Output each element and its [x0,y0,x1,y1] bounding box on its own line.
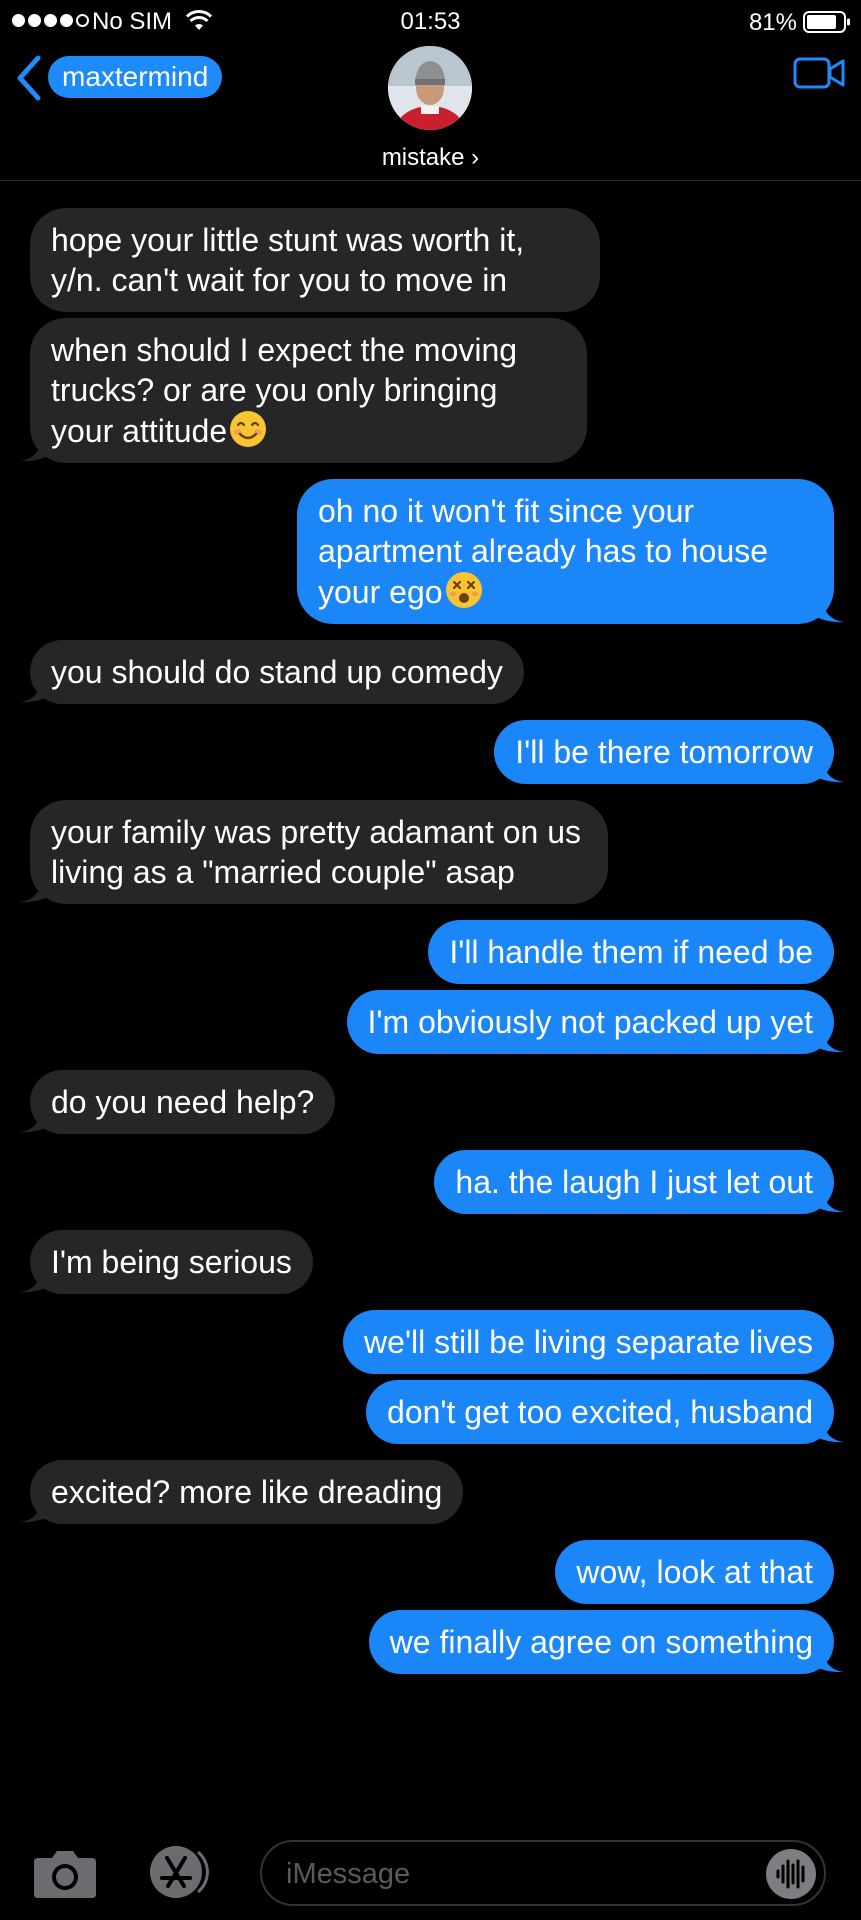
audio-waveform-icon[interactable] [764,1847,818,1906]
message-text: we finally agree on something [389,1624,813,1660]
compose-bar: iMessage [0,1836,861,1920]
message-text: wow, look at that [576,1554,813,1590]
message-bubble[interactable]: you should do stand up comedy [30,640,524,704]
message-bubble[interactable]: don't get too excited, husband [366,1380,834,1444]
outgoing-message: oh no it won't fit since your apartment … [0,479,861,624]
incoming-message: you should do stand up comedy [0,640,861,704]
outgoing-message: we'll still be living separate lives [0,1310,861,1374]
camera-icon[interactable] [32,1846,98,1905]
message-bubble[interactable]: ha. the laugh I just let out [434,1150,834,1214]
message-bubble[interactable]: wow, look at that [555,1540,834,1604]
status-bar: No SIM 01:53 81% [0,0,861,44]
dizzy-face-emoji-icon [445,571,483,609]
message-bubble[interactable]: I'm obviously not packed up yet [346,990,834,1054]
message-thread[interactable]: hope your little stunt was worth it, y/n… [0,208,861,1674]
message-text: when should I expect the moving trucks? … [51,332,518,449]
outgoing-message: wow, look at that [0,1540,861,1604]
incoming-message: I'm being serious [0,1230,861,1294]
app-store-icon[interactable] [140,1844,214,1905]
message-text: I'm obviously not packed up yet [367,1004,813,1040]
message-text: hope your little stunt was worth it, y/n… [51,222,525,298]
incoming-message: when should I expect the moving trucks? … [0,318,861,463]
outgoing-message: I'll be there tomorrow [0,720,861,784]
clock: 01:53 [400,8,461,35]
outgoing-message: I'll handle them if need be [0,920,861,984]
incoming-message: your family was pretty adamant on us liv… [0,800,861,904]
message-bubble[interactable]: we finally agree on something [368,1610,834,1674]
message-text: do you need help? [51,1084,315,1120]
message-bubble[interactable]: excited? more like dreading [30,1460,464,1524]
message-text: ha. the laugh I just let out [455,1164,813,1200]
outgoing-message: we finally agree on something [0,1610,861,1674]
incoming-message: hope your little stunt was worth it, y/n… [0,208,861,312]
message-bubble[interactable]: hope your little stunt was worth it, y/n… [30,208,600,312]
outgoing-message: I'm obviously not packed up yet [0,990,861,1054]
message-bubble[interactable]: I'm being serious [30,1230,313,1294]
message-bubble[interactable]: when should I expect the moving trucks? … [30,318,587,463]
message-bubble[interactable]: oh no it won't fit since your apartment … [297,479,834,624]
message-text: we'll still be living separate lives [364,1324,813,1360]
message-bubble[interactable]: I'll be there tomorrow [494,720,834,784]
message-bubble[interactable]: I'll handle them if need be [428,920,834,984]
contact-avatar[interactable] [388,46,472,130]
message-text: you should do stand up comedy [51,654,503,690]
message-text: I'll handle them if need be [449,934,813,970]
smiling-face-emoji-icon [229,410,267,448]
back-chevron-icon[interactable] [14,54,44,107]
message-bubble[interactable]: do you need help? [30,1070,336,1134]
back-button[interactable]: maxtermind [48,56,223,98]
message-text: oh no it won't fit since your apartment … [318,493,769,610]
outgoing-message: don't get too excited, husband [0,1380,861,1444]
battery-percentage: 81% [748,9,797,36]
message-text: excited? more like dreading [51,1474,443,1510]
outgoing-message: ha. the laugh I just let out [0,1150,861,1214]
message-text: don't get too excited, husband [387,1394,813,1430]
video-camera-icon[interactable] [793,56,845,95]
incoming-message: excited? more like dreading [0,1460,861,1524]
incoming-message: do you need help? [0,1070,861,1134]
conversation-header: maxtermind mistake › [0,44,861,181]
message-text: your family was pretty adamant on us liv… [51,814,582,890]
message-input[interactable]: iMessage [260,1840,826,1906]
message-text: I'm being serious [51,1244,292,1280]
message-bubble[interactable]: your family was pretty adamant on us liv… [30,800,608,904]
contact-name[interactable]: mistake › [0,144,861,172]
message-input-placeholder: iMessage [286,1858,411,1890]
battery-icon [803,10,851,34]
message-bubble[interactable]: we'll still be living separate lives [343,1310,834,1374]
message-text: I'll be there tomorrow [515,734,813,770]
